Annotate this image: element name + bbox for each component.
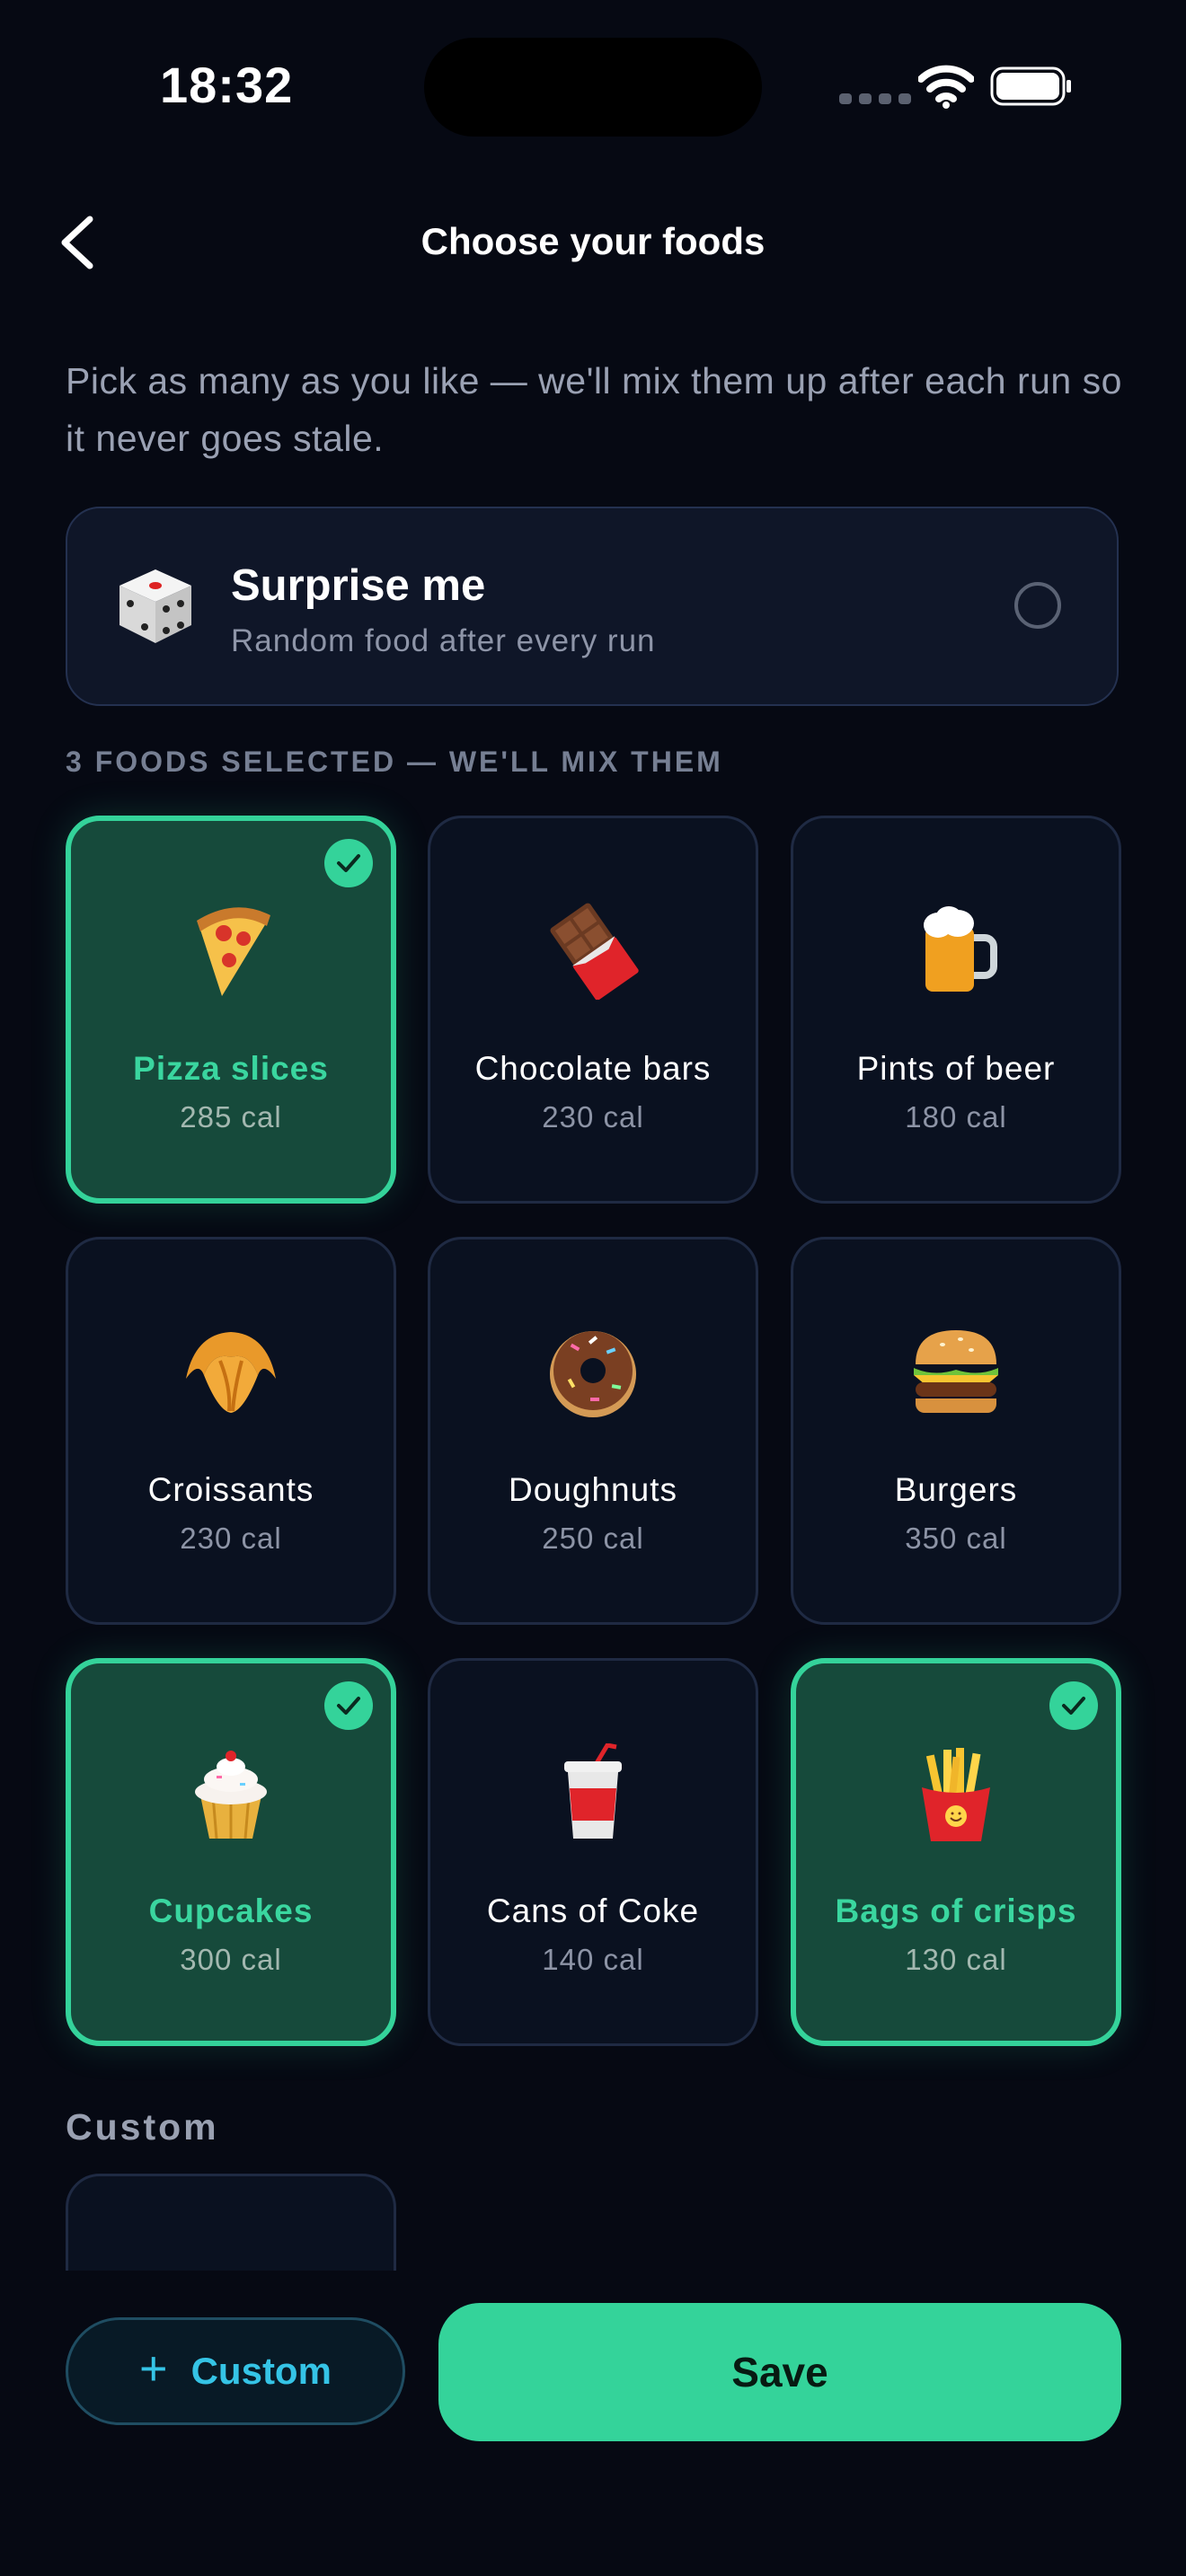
selected-check-badge — [324, 839, 373, 887]
food-card[interactable]: Cupcakes 300 cal — [66, 1658, 396, 2046]
food-calories: 130 cal — [905, 1943, 1007, 1976]
plus-icon: + — [139, 2342, 168, 2395]
custom-food-icon — [203, 2259, 264, 2271]
burger-icon — [793, 1322, 1119, 1421]
status-time: 18:32 — [160, 57, 294, 113]
selected-check-badge — [1049, 1681, 1098, 1730]
food-calories: 250 cal — [542, 1522, 644, 1555]
food-card[interactable]: Cans of Coke 140 cal — [428, 1658, 758, 2046]
save-button[interactable]: Save — [438, 2303, 1121, 2441]
pizza-icon — [71, 904, 391, 1002]
food-calories: 140 cal — [542, 1943, 644, 1976]
dice-icon — [119, 569, 191, 643]
food-calories: 350 cal — [905, 1522, 1007, 1555]
add-custom-label: Custom — [190, 2350, 332, 2392]
food-name: Cupcakes — [148, 1892, 314, 1929]
battery-icon — [990, 66, 1071, 106]
food-calories: 230 cal — [180, 1522, 282, 1555]
food-name: Pints of beer — [856, 1050, 1056, 1087]
food-card[interactable]: Chocolate bars 230 cal — [428, 816, 758, 1204]
food-name: Pizza slices — [133, 1050, 329, 1087]
check-icon — [337, 854, 360, 872]
fries-icon — [796, 1746, 1116, 1845]
add-custom-button[interactable]: + Custom — [66, 2317, 405, 2425]
food-name: Burgers — [894, 1471, 1018, 1508]
croissant-icon — [68, 1322, 394, 1421]
food-card[interactable]: Pints of beer 180 cal — [791, 816, 1121, 1204]
wifi-icon — [918, 65, 974, 109]
surprise-title: Surprise me — [231, 561, 486, 610]
check-icon — [337, 1697, 360, 1715]
food-card[interactable]: Pizza slices 285 cal — [66, 816, 396, 1204]
page-title: Choose your foods — [420, 220, 766, 262]
food-card[interactable]: Bags of crisps 130 cal — [791, 1658, 1121, 2046]
food-name: Croissants — [147, 1471, 314, 1508]
soda-cup-icon — [430, 1743, 756, 1842]
selected-check-badge — [324, 1681, 373, 1730]
custom-food-card-partial[interactable] — [66, 2174, 396, 2271]
doughnut-icon — [430, 1322, 756, 1421]
cellular-signal-icon — [839, 93, 911, 106]
cupcake-icon — [71, 1746, 391, 1845]
dynamic-island — [424, 38, 762, 137]
check-icon — [1062, 1697, 1085, 1715]
surprise-subtitle: Random food after every run — [231, 623, 656, 658]
food-name: Doughnuts — [509, 1471, 677, 1508]
food-calories: 285 cal — [180, 1100, 282, 1134]
chocolate-bar-icon — [430, 901, 756, 1000]
food-calories: 230 cal — [542, 1100, 644, 1134]
food-name: Bags of crisps — [835, 1892, 1077, 1929]
food-card[interactable]: Doughnuts 250 cal — [428, 1237, 758, 1625]
food-name: Cans of Coke — [486, 1892, 700, 1929]
beer-mug-icon — [793, 901, 1119, 1000]
food-calories: 300 cal — [180, 1943, 282, 1976]
surprise-me-option[interactable]: Surprise me Random food after every run — [66, 507, 1119, 706]
food-card[interactable]: Burgers 350 cal — [791, 1237, 1121, 1625]
custom-section-heading: Custom — [66, 2106, 219, 2148]
food-card[interactable]: Croissants 230 cal — [66, 1237, 396, 1625]
food-calories: 180 cal — [905, 1100, 1007, 1134]
food-name: Chocolate bars — [474, 1050, 712, 1087]
selection-count-label: 3 FOODS SELECTED — WE'LL MIX THEM — [66, 745, 723, 778]
surprise-radio[interactable] — [1014, 582, 1061, 629]
intro-text: Pick as many as you like — we'll mix the… — [66, 360, 1122, 459]
